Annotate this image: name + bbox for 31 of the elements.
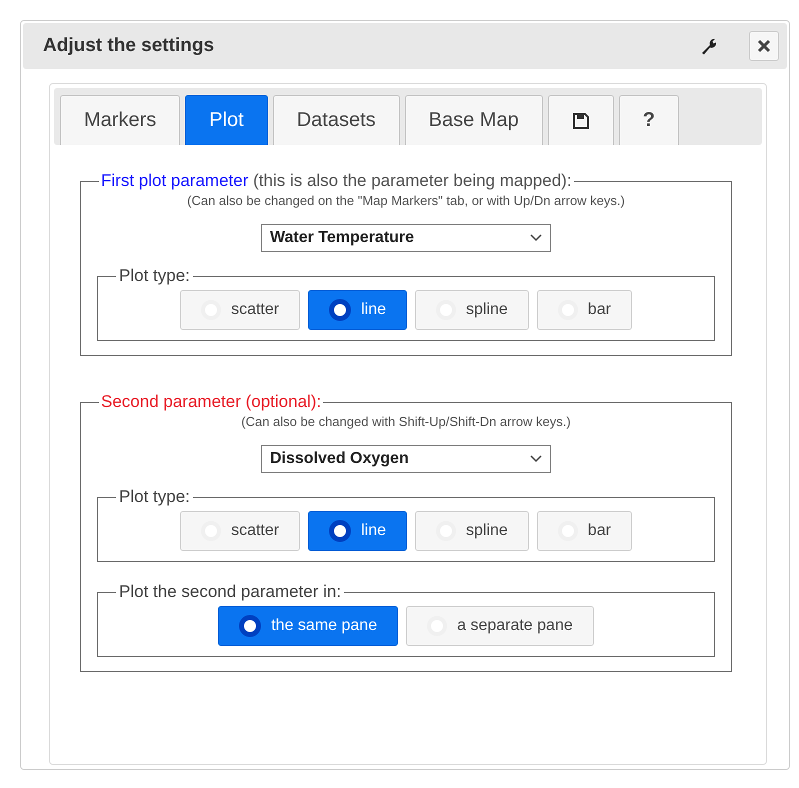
parameter-select[interactable]: Water Temperature — [261, 224, 551, 252]
tab[interactable]: ? — [618, 95, 679, 145]
chevron-icon — [530, 234, 542, 242]
save-icon — [572, 112, 590, 130]
section-legend: Second parameter (optional): — [99, 392, 324, 412]
tab[interactable] — [548, 95, 614, 145]
radio-button[interactable]: line — [308, 511, 407, 551]
group-legend: Plot type: — [116, 487, 193, 507]
radio-button[interactable]: bar — [536, 511, 632, 551]
tab[interactable]: Datasets — [272, 95, 400, 145]
group-legend: Plot type: — [116, 266, 193, 286]
close-button[interactable] — [749, 31, 779, 61]
close-icon — [757, 39, 771, 53]
hint-text: (Can also be changed on the "Map Markers" tab, or with Up/Dn arrow keys.) — [187, 193, 625, 208]
tab[interactable]: Plot — [185, 95, 268, 145]
group-legend: Plot the second parameter in: — [116, 582, 344, 602]
radio-button[interactable]: line — [308, 290, 407, 330]
radio-button[interactable]: the same pane — [218, 606, 398, 646]
hint-text: (Can also be changed with Shift-Up/Shift-Dn arrow keys.) — [241, 414, 571, 429]
radio-button[interactable]: a separate pane — [406, 606, 594, 646]
radio-button[interactable]: scatter — [180, 511, 300, 551]
radio-button[interactable]: spline — [414, 290, 529, 330]
tab[interactable]: Base Map — [404, 95, 543, 145]
tab[interactable]: Markers — [60, 95, 180, 145]
radio-button[interactable]: scatter — [180, 290, 300, 330]
radio-button[interactable]: bar — [536, 290, 632, 330]
radio-button[interactable]: spline — [414, 511, 529, 551]
parameter-select[interactable]: Dissolved Oxygen — [261, 445, 551, 473]
section-legend: First plot parameter (this is also the parameter being mapped): — [99, 171, 574, 191]
window-title: Adjust the settings — [43, 35, 216, 57]
chevron-icon — [530, 455, 542, 463]
